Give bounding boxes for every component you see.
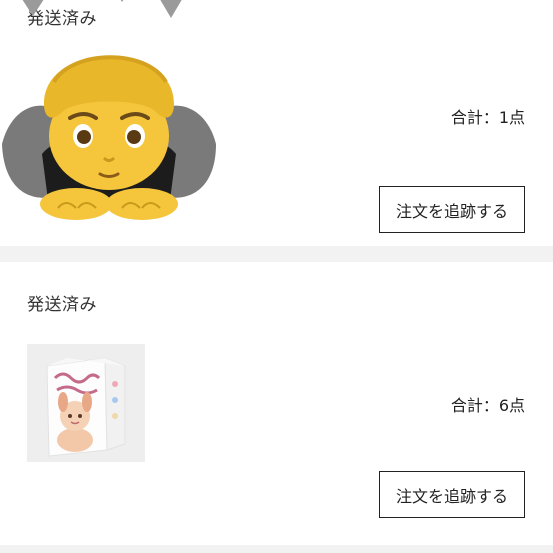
product-thumbnail[interactable] (27, 344, 145, 462)
order-card: 発送済み 合計：6点 注文を追跡する (0, 262, 553, 545)
person-bowing-emoji-icon (2, 0, 216, 220)
order-total: 合計：1点 (450, 108, 525, 127)
blind-box-figure-icon (27, 344, 145, 462)
order-status: 発送済み (27, 295, 97, 315)
track-order-button[interactable]: 注文を追跡する (379, 471, 525, 518)
track-order-button[interactable]: 注文を追跡する (379, 186, 525, 233)
order-total: 合計：6点 (450, 396, 525, 415)
